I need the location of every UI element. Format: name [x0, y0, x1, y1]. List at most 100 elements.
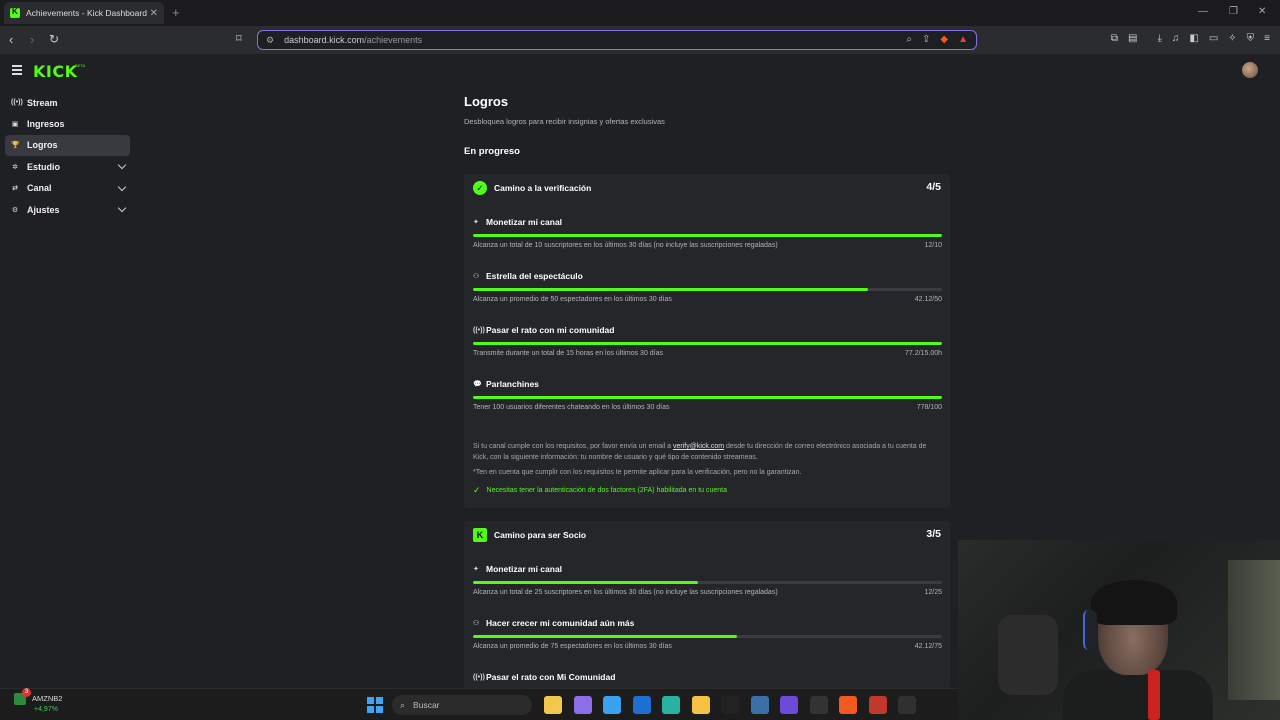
chevron-down-icon[interactable] — [117, 160, 127, 170]
progress-bar — [473, 288, 942, 291]
achievement-value: 12/10 — [924, 242, 942, 249]
broadcast-icon: ((•)) — [473, 326, 485, 334]
achievement-title: Pasar el rato con mi comunidad — [486, 325, 615, 335]
leo-icon[interactable]: ✧ — [1228, 33, 1236, 44]
video-app-icon[interactable] — [868, 696, 887, 714]
bookmark-icon[interactable]: ⌑ — [236, 32, 242, 45]
tiktok-icon[interactable] — [721, 696, 739, 714]
reload-icon[interactable]: ↻ — [49, 32, 59, 46]
achievement-item: ✦ Monetizar mi canal Alcanza un total de … — [473, 564, 942, 596]
webcam-chair — [998, 615, 1058, 695]
wallet-icon[interactable]: ▭ — [1209, 33, 1218, 44]
outlook-icon[interactable] — [632, 696, 651, 714]
music-icon[interactable]: ♫ — [1172, 33, 1180, 44]
note-text-pre: Si tu canal cumple con los requisitos, p… — [473, 443, 673, 450]
site-info-icon[interactable]: ⚙ — [266, 35, 274, 46]
sidebar-item-estudio[interactable]: ✲ Estudio — [5, 156, 130, 177]
partner-card: K Camino para ser Socio 3/5 ✦ Monetizar m… — [464, 521, 950, 691]
twofa-text: Necesitas tener la autenticación de dos … — [486, 487, 728, 494]
card-header: K Camino para ser Socio 3/5 — [473, 527, 941, 543]
url-path: /achievements — [364, 35, 423, 45]
search-placeholder: Buscar — [413, 700, 440, 710]
taskbar-apps — [544, 696, 916, 714]
page-subtitle: Desbloquea logros para recibir insignias… — [464, 117, 665, 126]
copilot-icon[interactable] — [573, 696, 592, 714]
url-host: dashboard.kick.com — [284, 35, 365, 45]
mm-app-icon[interactable] — [809, 696, 828, 714]
browser-tab[interactable]: Achievements - Kick Dashboard ✕ — [4, 2, 164, 24]
sidebar-item-logros[interactable]: 🏆 Logros — [5, 134, 130, 157]
close-window-button[interactable]: ✕ — [1258, 6, 1266, 17]
extensions-icon[interactable]: ⧉ — [1111, 33, 1118, 44]
browser-toolbar: ‹ › ↻ ⌑ ⚙ dashboard.kick.com/achievement… — [0, 26, 1280, 54]
ticker-name: AMZNB2 — [32, 693, 63, 703]
progress-bar — [473, 342, 942, 345]
menu-icon[interactable]: ≡ — [1264, 33, 1270, 44]
achievement-title: Monetizar mi canal — [486, 564, 563, 574]
kick-logo[interactable]: KICK — [33, 62, 78, 81]
start-button[interactable] — [367, 697, 383, 713]
card-title: Camino a la verificación — [494, 183, 592, 193]
sidebar-item-ajustes[interactable]: ⚙ Ajustes — [5, 199, 130, 220]
gear-icon: ⚙ — [11, 206, 19, 214]
tab-search-icon[interactable]: ▤ — [1128, 33, 1137, 44]
progress-fill — [473, 234, 942, 237]
new-tab-button[interactable]: + — [172, 5, 180, 20]
achievement-title: Parlanchines — [486, 379, 539, 389]
verified-check-icon: ✓ — [473, 181, 487, 195]
vpn-icon[interactable]: ⛨ — [1247, 33, 1255, 44]
progress-fill — [473, 288, 868, 291]
brave-shield-icon[interactable]: ◆ — [940, 34, 948, 45]
stock-widget[interactable]: 3 AMZNB2 +4,97% — [14, 688, 63, 713]
webcam-person-body — [1063, 670, 1213, 720]
achievement-value: 778/100 — [916, 404, 942, 411]
webcam-headphone — [1083, 610, 1097, 650]
achievement-title: Pasar el rato con Mi Comunidad — [486, 672, 616, 682]
beta-badge: BETA — [75, 63, 86, 68]
progress-fill — [473, 396, 942, 399]
edge-icon[interactable] — [662, 696, 680, 714]
user-avatar[interactable] — [1242, 62, 1258, 78]
app-topbar: KICK BETA — [0, 54, 1280, 90]
users-icon: ⚇ — [473, 273, 480, 280]
chevron-down-icon[interactable] — [117, 203, 127, 213]
sidebar-item-label: Ingresos — [27, 119, 65, 130]
check-icon: ✓ — [473, 485, 481, 495]
minimize-button[interactable]: — — [1198, 6, 1208, 17]
chevron-down-icon[interactable] — [117, 182, 127, 191]
hamburger-menu-icon[interactable] — [12, 65, 22, 77]
sidebar-item-label: Stream — [27, 97, 58, 108]
taskbar-search[interactable]: ⌕ Buscar — [392, 695, 532, 715]
sidebar-toggle-icon[interactable]: ◧ — [1189, 33, 1198, 44]
back-icon[interactable]: ‹ — [9, 32, 13, 47]
address-bar[interactable]: ⚙ dashboard.kick.com/achievements ⌕ ⇪ ◆ … — [257, 30, 977, 50]
broadcast-icon: ((•)) — [473, 673, 485, 681]
verify-email-link[interactable]: verify@kick.com — [673, 443, 724, 450]
folder-icon[interactable] — [691, 696, 710, 714]
maximize-button[interactable]: ❐ — [1229, 6, 1238, 17]
achievement-item: ⚇ Hacer crecer mi comunidad aún más Alcan… — [473, 618, 942, 650]
store-icon[interactable] — [603, 696, 621, 714]
studio-icon: ✲ — [12, 163, 18, 171]
brave-rewards-icon[interactable]: ▲ — [958, 34, 968, 45]
tab-close-icon[interactable]: ✕ — [150, 8, 158, 19]
achievement-value: 42.12/50 — [914, 296, 942, 303]
proton-icon[interactable] — [780, 696, 798, 714]
obs-icon[interactable] — [898, 696, 916, 714]
search-icon: ⌕ — [400, 699, 406, 710]
progress-bar — [473, 396, 942, 399]
calculator-icon[interactable] — [750, 696, 769, 714]
forward-icon[interactable]: › — [30, 32, 34, 47]
download-icon[interactable]: ⤓ — [1157, 33, 1161, 44]
sidebar-item-ingresos[interactable]: ▣ Ingresos — [5, 113, 130, 134]
achievement-description: Alcanza un total de 25 suscriptores en l… — [473, 589, 778, 596]
verification-card: ✓ Camino a la verificación 4/5 ✦ Monetiza… — [464, 174, 950, 508]
share-icon[interactable]: ⇪ — [922, 34, 930, 45]
zoom-icon[interactable]: ⌕ — [906, 34, 912, 45]
achievement-description: Alcanza un promedio de 75 espectadores e… — [473, 643, 672, 650]
sidebar-item-canal[interactable]: ⇄ Canal — [5, 178, 130, 199]
card-progress-count: 3/5 — [926, 528, 941, 540]
brave-icon[interactable] — [839, 696, 857, 714]
sidebar-item-stream[interactable]: ((•)) Stream — [5, 92, 130, 113]
file-explorer-icon[interactable] — [544, 696, 562, 714]
